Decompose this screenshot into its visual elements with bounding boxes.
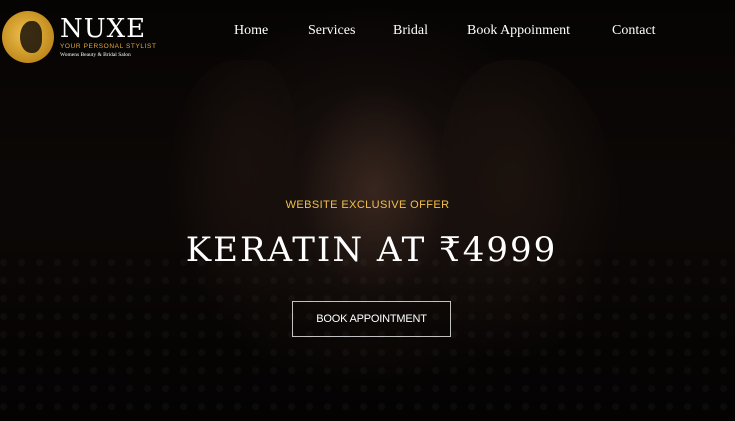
hero-eyebrow: WEBSITE EXCLUSIVE OFFER (285, 199, 450, 211)
nav-bridal-link[interactable]: Bridal (393, 20, 428, 42)
main-navigation: Home Services Bridal Book Appoinment Con… (0, 20, 735, 42)
book-appointment-button[interactable]: BOOK APPOINTMENT (292, 301, 451, 337)
nav-book-appointment-link[interactable]: Book Appoinment (467, 20, 570, 42)
nav-home-link[interactable]: Home (234, 20, 268, 42)
hero-headline: KERATIN AT ₹4999 (185, 230, 558, 270)
brand-tagline: YOUR PERSONAL STYLIST (60, 43, 157, 50)
nav-services-link[interactable]: Services (308, 20, 355, 42)
nav-contact-link[interactable]: Contact (612, 20, 656, 42)
brand-subtitle: Womens Beauty & Bridal Salon (60, 51, 131, 58)
